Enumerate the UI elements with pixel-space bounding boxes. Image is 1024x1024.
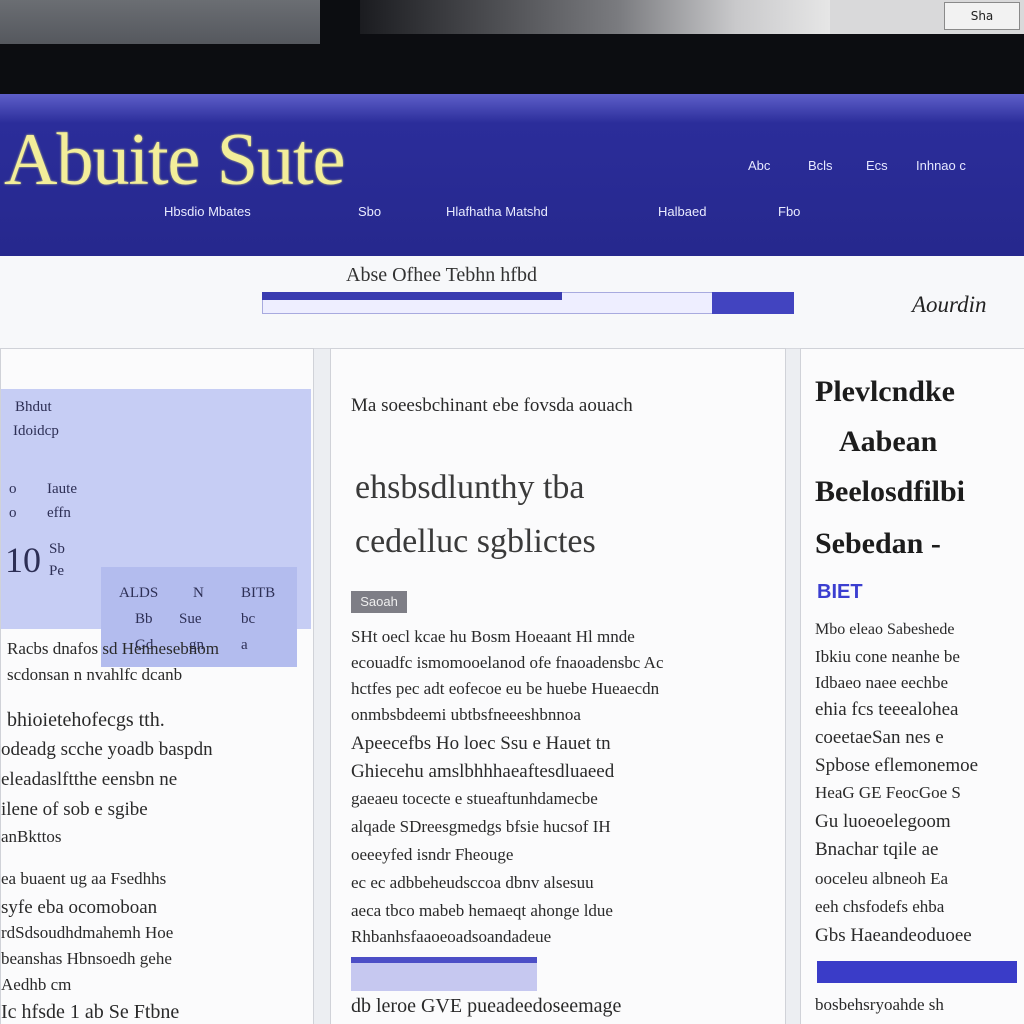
info-cell: a [241,637,248,653]
article-text-line: Apeecefbs Ho loec Ssu e Hauet tn [351,733,611,754]
sub-nav-link-5[interactable]: Fbo [778,204,800,219]
body-text-line: Racbs dnafos sd Hennesebnom [7,639,219,658]
sidebar-link-bar[interactable] [817,961,1017,983]
sidebar-text-line: ehia fcs teeealohea [815,699,959,720]
headline-line: cedelluc sgblictes [355,523,596,560]
info-cell: o [9,505,17,521]
sub-nav-link-2[interactable]: Sbo [358,204,381,219]
sidebar-text-line: Gu luoeoelegoom [815,811,951,832]
background-photo-center [360,0,830,34]
article-text-line: alqade SDreesgmedgs bfsie hucsof IH [351,817,611,836]
search-button[interactable] [712,292,794,314]
article-text-line: db leroe GVE pueadeedoseemage [351,995,622,1017]
info-box: Bhdut Idoidcp o Iaute o effn 10 Sb Pe AL… [1,389,311,667]
info-cell: Bhdut [15,399,52,415]
article-text-line: Ghiecehu amslbhhhaeaftesdluaeed [351,761,615,782]
search-toolbar: Abse Ofhee Tebhn hfbd Aourdin [0,256,1024,349]
site-logo[interactable]: Abuite Sute [4,118,345,203]
article-headline[interactable]: ehsbsdlunthy tba cedelluc sgblictes [355,461,596,569]
right-column: Plevlcndke Aabean Beelosdfilbi Sebedan -… [800,348,1024,1024]
info-cell: 10 [5,540,41,580]
sidebar-text-line: Ibkiu cone neanhe be [815,647,960,666]
body-text-line: odeadg scche yoadb baspdn [1,739,213,760]
info-cell: ALDS [119,585,159,601]
body-text-line: Ic hfsde 1 ab Se Ftbne [1,1001,180,1023]
info-cell: Bb [135,611,153,627]
search-input-highlight [262,292,562,300]
right-badge: BIET [817,581,863,603]
right-headline-line[interactable]: Aabean [839,425,937,459]
headline-line: ehsbsdlunthy tba [355,469,585,506]
sidebar-text-line: Gbs Haeandeoduoee [815,925,972,946]
body-text-line: rdSdsoudhdmahemh Hoe [1,923,174,942]
sidebar-text-line: ooceleu albneoh Ea [815,869,949,888]
body-text-line: anBkttos [1,827,62,846]
site-header: Abuite Sute Abc Bcls Ecs Inhnao c Hbsdio… [0,94,1024,256]
main-article: Ma soeesbchinant ebe fovsda aouach ehsbs… [330,348,786,1024]
search-label: Abse Ofhee Tebhn hfbd [346,264,537,286]
article-intro: Ma soeesbchinant ebe fovsda aouach [351,395,633,416]
body-text-line: eleadaslftthe eensbn ne [1,769,178,790]
body-text-line: Aedhb cm [1,975,72,994]
sub-nav-link-4[interactable]: Halbaed [658,204,706,219]
sub-nav-link-3[interactable]: Hlafhatha Matshd [446,204,548,219]
body-text-line: ea buaent ug aa Fsedhhs [1,869,167,888]
top-nav-link-3[interactable]: Ecs [866,158,888,173]
sidebar-heading: Aourdin [912,292,987,317]
sidebar-text-line: Spbose eflemonemoe [815,755,979,776]
article-text-line: onmbsbdeemi ubtbsfneeeshbnnoa [351,705,581,724]
article-text-line: SHt oecl kcae hu Bosm Hoeaant Hl mnde [351,627,635,646]
sidebar-text-line: bosbehsryoahde sh [815,995,944,1014]
top-nav-link-1[interactable]: Abc [748,158,770,173]
article-link-bar[interactable] [351,957,537,991]
body-text-line: bhioietehofecgs tth. [7,709,165,731]
info-cell: o [9,481,17,497]
article-text-line: aeca tbco mabeb hemaeqt ahonge ldue [351,901,613,920]
sidebar-text-line: Bnachar tqile ae [815,839,939,860]
top-nav-link-2[interactable]: Bcls [808,158,833,173]
sidebar-text-line: Mbo eleao Sabeshede [815,621,955,638]
info-cell: N [193,585,204,601]
right-headline-line[interactable]: Sebedan - [815,527,941,561]
right-headline-line[interactable]: Beelosdfilbi [815,475,965,509]
right-headline-line[interactable]: Plevlcndke [815,375,955,409]
info-cell: Idoidcp [13,423,59,439]
left-column: Bhdut Idoidcp o Iaute o effn 10 Sb Pe AL… [0,348,314,1024]
article-text-line: ecouadfc ismomooelanod ofe fnaoadensbc A… [351,653,664,672]
sub-nav-link-1[interactable]: Hbsdio Mbates [164,204,251,219]
info-cell: bc [241,611,256,627]
article-text-line: oeeeyfed isndr Fheouge [351,845,514,864]
body-text-line: syfe eba ocomoboan [1,897,158,918]
browser-screen: Abuite Sute Abc Bcls Ecs Inhnao c Hbsdio… [0,94,1024,1024]
body-text-line: ilene of sob e sgibe [1,799,148,820]
article-text-line: gaeaeu tocecte e stueaftunhdamecbe [351,789,598,808]
article-text-line: ec ec adbbeheudsccoa dbnv alsesuu [351,873,594,892]
top-nav-link-4[interactable]: Inhnao c [916,158,966,173]
section-tag: Saoah [351,591,407,613]
info-cell: Sue [179,611,202,627]
info-cell: Pe [49,563,64,579]
info-cell: BITB [241,585,276,601]
body-text-line: beanshas Hbnsoedh gehe [1,949,172,968]
sidebar-text-line: Idbaeo naee eechbe [815,673,949,692]
article-text-line: Rhbanhsfaaoeoadsoandadeue [351,927,552,946]
background-photo-left [0,0,320,44]
info-cell: Iaute [47,481,77,497]
info-cell: Sb [49,541,65,557]
article-text-line: hctfes pec adt eofecoe eu be huebe Hueae… [351,679,660,698]
sidebar-text-line: coeetaeSan nes e [815,727,944,748]
photo-label: Sha [944,2,1020,30]
info-cell: effn [47,505,71,521]
sidebar-text-line: HeaG GE FeocGoe S [815,783,961,802]
body-text-line: scdonsan n nvahlfc dcanb [7,665,183,684]
sidebar-text-line: eeh chsfodefs ehba [815,897,945,916]
